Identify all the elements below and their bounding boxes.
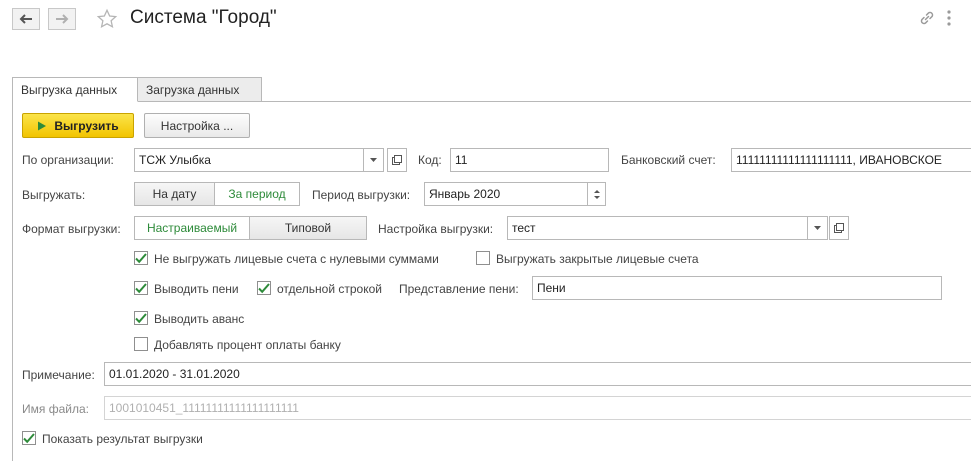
checkmark-icon xyxy=(258,282,270,293)
show-result-label: Показать результат выгрузки xyxy=(42,432,203,446)
export-button-label: Выгрузить xyxy=(54,118,119,133)
tab-export-label: Выгрузка данных xyxy=(21,82,118,97)
add-bank-fee-label: Добавлять процент оплаты банку xyxy=(154,338,341,352)
filename-label: Имя файла: xyxy=(22,402,89,416)
open-form-icon xyxy=(392,155,402,165)
format-standard-label: Типовой xyxy=(284,221,332,235)
separate-line-checkbox[interactable] xyxy=(257,281,271,295)
skip-zero-checkbox[interactable] xyxy=(134,251,148,265)
more-icon xyxy=(947,10,951,26)
bank-account-label: Банковский счет: xyxy=(621,153,716,167)
penalty-repr-field[interactable]: Пени xyxy=(532,276,942,300)
separate-line-label: отдельной строкой xyxy=(277,282,382,296)
note-label: Примечание: xyxy=(22,368,95,382)
export-settings-field[interactable]: тест xyxy=(507,216,808,240)
show-advance-checkbox[interactable] xyxy=(134,311,148,325)
star-icon xyxy=(96,8,118,29)
checkmark-icon xyxy=(23,432,35,443)
mode-on-date-label: На дату xyxy=(152,187,197,201)
dropdown-arrow-icon xyxy=(814,226,821,230)
organization-label: По организации: xyxy=(22,153,114,167)
note-field[interactable]: 01.01.2020 - 31.01.2020 xyxy=(104,362,971,386)
tab-import-label: Загрузка данных xyxy=(146,82,240,97)
export-settings-open-button[interactable] xyxy=(829,216,849,240)
settings-button[interactable]: Настройка ... xyxy=(144,113,250,138)
period-field[interactable]: Январь 2020 xyxy=(424,182,588,206)
period-label: Период выгрузки: xyxy=(312,188,411,202)
back-button[interactable] xyxy=(12,8,40,30)
filename-field: 1001010451_11111111111111111111 xyxy=(104,396,971,420)
checkmark-icon xyxy=(135,252,147,263)
code-field[interactable]: 11 xyxy=(450,148,609,172)
skip-zero-label: Не выгружать лицевые счета с нулевыми су… xyxy=(154,252,439,266)
forward-button[interactable] xyxy=(48,8,76,30)
export-closed-label: Выгружать закрытые лицевые счета xyxy=(496,252,699,266)
link-icon xyxy=(920,11,934,25)
bank-account-field[interactable]: 11111111111111111111, ИВАНОВСКОЕ xyxy=(731,148,971,172)
export-button[interactable]: Выгрузить xyxy=(22,113,134,138)
back-arrow-icon xyxy=(19,14,32,24)
organization-dropdown-button[interactable] xyxy=(364,148,384,172)
show-penalty-checkbox[interactable] xyxy=(134,281,148,295)
format-label: Формат выгрузки: xyxy=(22,222,121,236)
export-settings-dropdown-button[interactable] xyxy=(808,216,828,240)
export-mode-label: Выгружать: xyxy=(22,188,86,202)
organization-open-button[interactable] xyxy=(387,148,407,172)
organization-field[interactable]: ТСЖ Улыбка xyxy=(134,148,364,172)
add-bank-fee-checkbox[interactable] xyxy=(134,337,148,351)
spin-up-icon xyxy=(593,189,600,193)
tab-import[interactable]: Загрузка данных xyxy=(138,77,262,102)
code-label: Код: xyxy=(418,153,442,167)
show-penalty-label: Выводить пени xyxy=(154,282,239,296)
mode-on-date-button[interactable]: На дату xyxy=(134,182,215,206)
copy-link-button[interactable] xyxy=(918,9,936,30)
mode-for-period-button[interactable]: За период xyxy=(214,182,300,206)
tab-export[interactable]: Выгрузка данных xyxy=(12,77,138,102)
period-spinner[interactable] xyxy=(588,182,606,206)
settings-button-label: Настройка ... xyxy=(160,118,234,133)
mode-for-period-label: За период xyxy=(228,187,286,201)
checkmark-icon xyxy=(135,282,147,293)
spin-down-icon xyxy=(593,195,600,199)
export-settings-label: Настройка выгрузки: xyxy=(378,222,494,236)
format-custom-label: Настраиваемый xyxy=(146,221,238,235)
checkmark-icon xyxy=(135,312,147,323)
favorite-star-button[interactable] xyxy=(96,8,118,33)
page-title: Система "Город" xyxy=(130,7,277,28)
format-custom-button[interactable]: Настраиваемый xyxy=(134,216,250,240)
more-menu-button[interactable] xyxy=(946,8,956,30)
forward-arrow-icon xyxy=(56,14,69,24)
play-icon xyxy=(38,121,47,130)
show-advance-label: Выводить аванс xyxy=(154,312,245,326)
penalty-repr-label: Представление пени: xyxy=(399,282,519,296)
format-standard-button[interactable]: Типовой xyxy=(249,216,367,240)
show-result-checkbox[interactable] xyxy=(22,431,36,445)
export-closed-checkbox[interactable] xyxy=(476,251,490,265)
dropdown-arrow-icon xyxy=(370,158,377,162)
open-form-icon xyxy=(834,223,844,233)
